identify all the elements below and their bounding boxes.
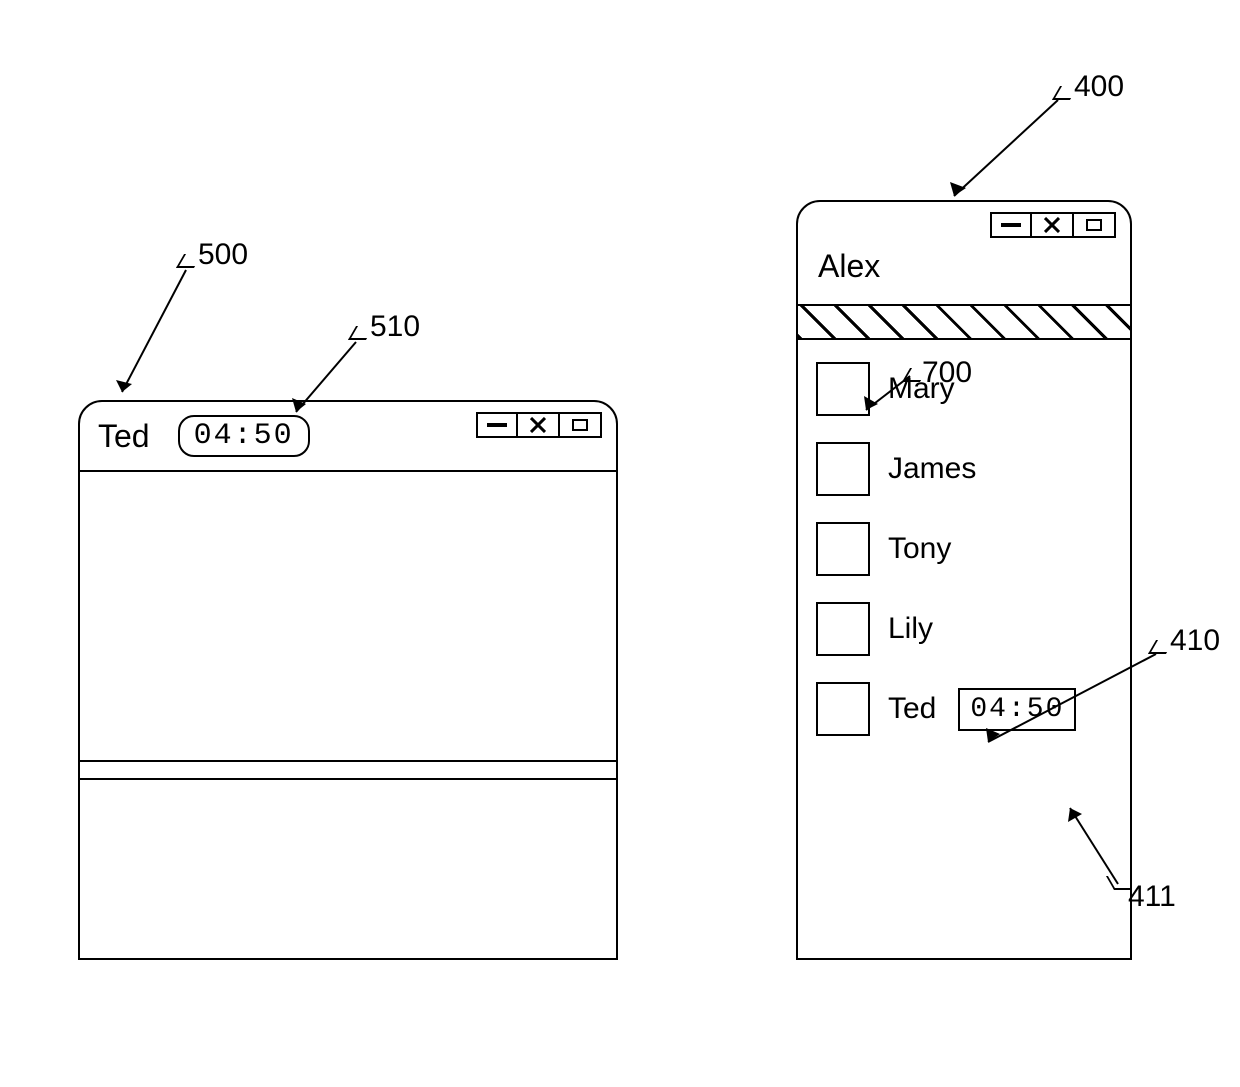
- close-icon: [530, 417, 546, 433]
- close-button[interactable]: [1032, 212, 1074, 238]
- ref-411-tick: [1110, 876, 1128, 890]
- maximize-icon: [1086, 219, 1102, 231]
- toolbar-hatched: [798, 306, 1130, 340]
- avatar-icon: [816, 602, 870, 656]
- contact-name: James: [888, 452, 976, 486]
- minimize-button[interactable]: [990, 212, 1032, 238]
- minimize-button[interactable]: [476, 412, 518, 438]
- chat-divider: [80, 762, 616, 780]
- ref-510-tick: [352, 326, 370, 340]
- contact-item-lily[interactable]: Lily: [816, 602, 1112, 656]
- avatar-icon: [816, 682, 870, 736]
- avatar-icon: [816, 442, 870, 496]
- contact-item-james[interactable]: James: [816, 442, 1112, 496]
- close-button[interactable]: [518, 412, 560, 438]
- minimize-icon: [1001, 223, 1021, 227]
- chat-window: Ted 04:50: [78, 400, 618, 960]
- maximize-button[interactable]: [1074, 212, 1116, 238]
- contact-name: Lily: [888, 612, 933, 646]
- maximize-button[interactable]: [560, 412, 602, 438]
- minimize-icon: [487, 423, 507, 427]
- chat-timer: 04:50: [178, 415, 310, 457]
- owner-name: Alex: [818, 248, 880, 284]
- contact-header: Alex: [798, 202, 1130, 306]
- ref-400-tick: [1056, 86, 1074, 100]
- contact-name: Tony: [888, 532, 951, 566]
- chat-peer-name: Ted: [98, 418, 150, 455]
- ref-410-leader: [972, 650, 1162, 750]
- ref-500-label: 500: [198, 238, 248, 272]
- window-controls: [990, 212, 1116, 238]
- ref-510-label: 510: [370, 310, 420, 344]
- window-controls: [476, 412, 602, 438]
- ref-410-label: 410: [1170, 624, 1220, 658]
- avatar-icon: [816, 522, 870, 576]
- contact-name: Ted: [888, 692, 936, 726]
- ref-500-leader: [110, 266, 190, 406]
- ref-400-leader: [940, 96, 1062, 206]
- ref-411-label: 411: [1128, 880, 1176, 914]
- ref-700-label: 700: [922, 356, 972, 390]
- close-icon: [1044, 217, 1060, 233]
- chat-message-area: [80, 472, 616, 762]
- ref-500-tick: [180, 254, 198, 268]
- contact-item-tony[interactable]: Tony: [816, 522, 1112, 576]
- ref-400-label: 400: [1074, 70, 1124, 104]
- ref-510-leader: [280, 338, 360, 420]
- maximize-icon: [572, 419, 588, 431]
- ref-700-tick: [906, 368, 924, 382]
- ref-410-tick: [1152, 640, 1170, 654]
